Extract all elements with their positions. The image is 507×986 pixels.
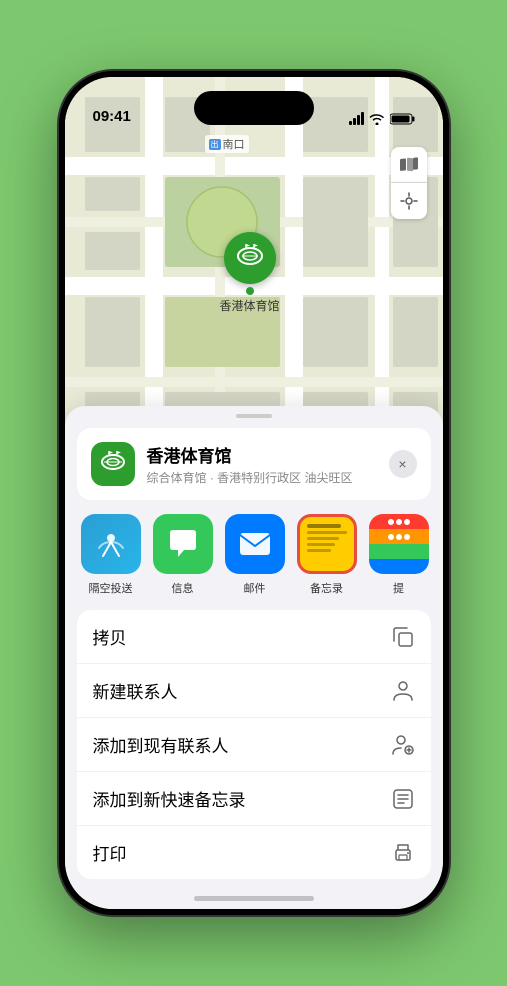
dynamic-island bbox=[194, 91, 314, 125]
venue-header-icon bbox=[91, 442, 135, 486]
map-type-button[interactable] bbox=[391, 147, 427, 183]
home-indicator bbox=[194, 896, 314, 901]
share-label-notes: 备忘录 bbox=[310, 580, 343, 596]
more-icon bbox=[369, 514, 429, 574]
copy-icon bbox=[391, 625, 415, 649]
action-label-print: 打印 bbox=[93, 840, 127, 865]
venue-header: 香港体育馆 综合体育馆 · 香港特别行政区 油尖旺区 × bbox=[77, 428, 431, 500]
share-label-mail: 邮件 bbox=[244, 580, 266, 596]
share-label-airdrop: 隔空投送 bbox=[89, 580, 133, 596]
notes-line-1 bbox=[307, 524, 341, 528]
venue-pin: 香港体育馆 bbox=[220, 232, 280, 314]
action-label-add-contact: 添加到现有联系人 bbox=[93, 732, 229, 757]
venue-info: 香港体育馆 综合体育馆 · 香港特别行政区 油尖旺区 bbox=[147, 442, 377, 486]
map-icon bbox=[399, 155, 419, 175]
sheet-handle bbox=[236, 414, 272, 418]
message-svg bbox=[166, 527, 200, 561]
signal-bar-4 bbox=[361, 112, 364, 125]
pin-label: 香港体育馆 bbox=[220, 297, 280, 314]
action-item-quick-note[interactable]: 添加到新快速备忘录 bbox=[77, 772, 431, 826]
venue-name: 香港体育馆 bbox=[147, 442, 377, 467]
share-item-airdrop[interactable]: 隔空投送 bbox=[81, 514, 141, 596]
venue-stadium-icon bbox=[99, 450, 127, 478]
signal-bar-3 bbox=[357, 115, 360, 125]
notes-line-4 bbox=[307, 543, 335, 546]
action-item-print[interactable]: 打印 bbox=[77, 826, 431, 879]
share-label-message: 信息 bbox=[172, 580, 194, 596]
action-label-new-contact: 新建联系人 bbox=[93, 678, 178, 703]
battery-icon bbox=[390, 113, 415, 125]
close-button[interactable]: × bbox=[389, 450, 417, 478]
printer-icon bbox=[391, 841, 415, 865]
signal-bars bbox=[349, 112, 364, 125]
status-time: 09:41 bbox=[93, 108, 131, 125]
action-item-add-contact[interactable]: 添加到现有联系人 bbox=[77, 718, 431, 772]
airdrop-svg bbox=[95, 528, 127, 560]
location-icon bbox=[400, 192, 418, 210]
action-list: 拷贝 新建联系人 添加到现有联系人 bbox=[77, 610, 431, 879]
pin-circle bbox=[224, 232, 276, 284]
action-label-copy: 拷贝 bbox=[93, 624, 127, 649]
share-item-more[interactable]: 提 bbox=[369, 514, 429, 596]
share-label-more: 提 bbox=[393, 580, 404, 596]
map-label-text: 南口 bbox=[223, 136, 245, 152]
venue-subtitle: 综合体育馆 · 香港特别行政区 油尖旺区 bbox=[147, 469, 377, 486]
location-button[interactable] bbox=[391, 183, 427, 219]
memo-icon bbox=[391, 787, 415, 811]
action-item-copy[interactable]: 拷贝 bbox=[77, 610, 431, 664]
signal-bar-1 bbox=[349, 121, 352, 125]
stadium-icon bbox=[234, 242, 266, 274]
share-row: 隔空投送 信息 bbox=[65, 500, 443, 600]
dots bbox=[396, 519, 402, 525]
dots-2 bbox=[396, 534, 402, 540]
map-controls bbox=[391, 147, 427, 219]
notes-icon bbox=[297, 514, 357, 574]
message-icon bbox=[153, 514, 213, 574]
mail-icon bbox=[225, 514, 285, 574]
person-add-icon bbox=[391, 733, 415, 757]
notes-line-5 bbox=[307, 549, 331, 552]
action-label-quick-note: 添加到新快速备忘录 bbox=[93, 786, 246, 811]
person-icon bbox=[391, 679, 415, 703]
phone-screen: 09:41 bbox=[65, 77, 443, 909]
status-icons bbox=[349, 112, 415, 125]
mail-svg bbox=[238, 530, 272, 558]
share-item-notes[interactable]: 备忘录 bbox=[297, 514, 357, 596]
notes-line-3 bbox=[307, 537, 339, 540]
wifi-icon bbox=[369, 113, 385, 125]
pin-dot bbox=[246, 287, 254, 295]
action-item-new-contact[interactable]: 新建联系人 bbox=[77, 664, 431, 718]
phone-frame: 09:41 bbox=[59, 71, 449, 915]
share-item-message[interactable]: 信息 bbox=[153, 514, 213, 596]
share-item-mail[interactable]: 邮件 bbox=[225, 514, 285, 596]
map-label-icon: 出 bbox=[209, 139, 221, 150]
signal-bar-2 bbox=[353, 118, 356, 125]
map-label-nankou: 出 南口 bbox=[205, 135, 249, 153]
bottom-sheet: 香港体育馆 综合体育馆 · 香港特别行政区 油尖旺区 × 隔 bbox=[65, 406, 443, 909]
airdrop-icon bbox=[81, 514, 141, 574]
notes-line-2 bbox=[307, 531, 347, 534]
